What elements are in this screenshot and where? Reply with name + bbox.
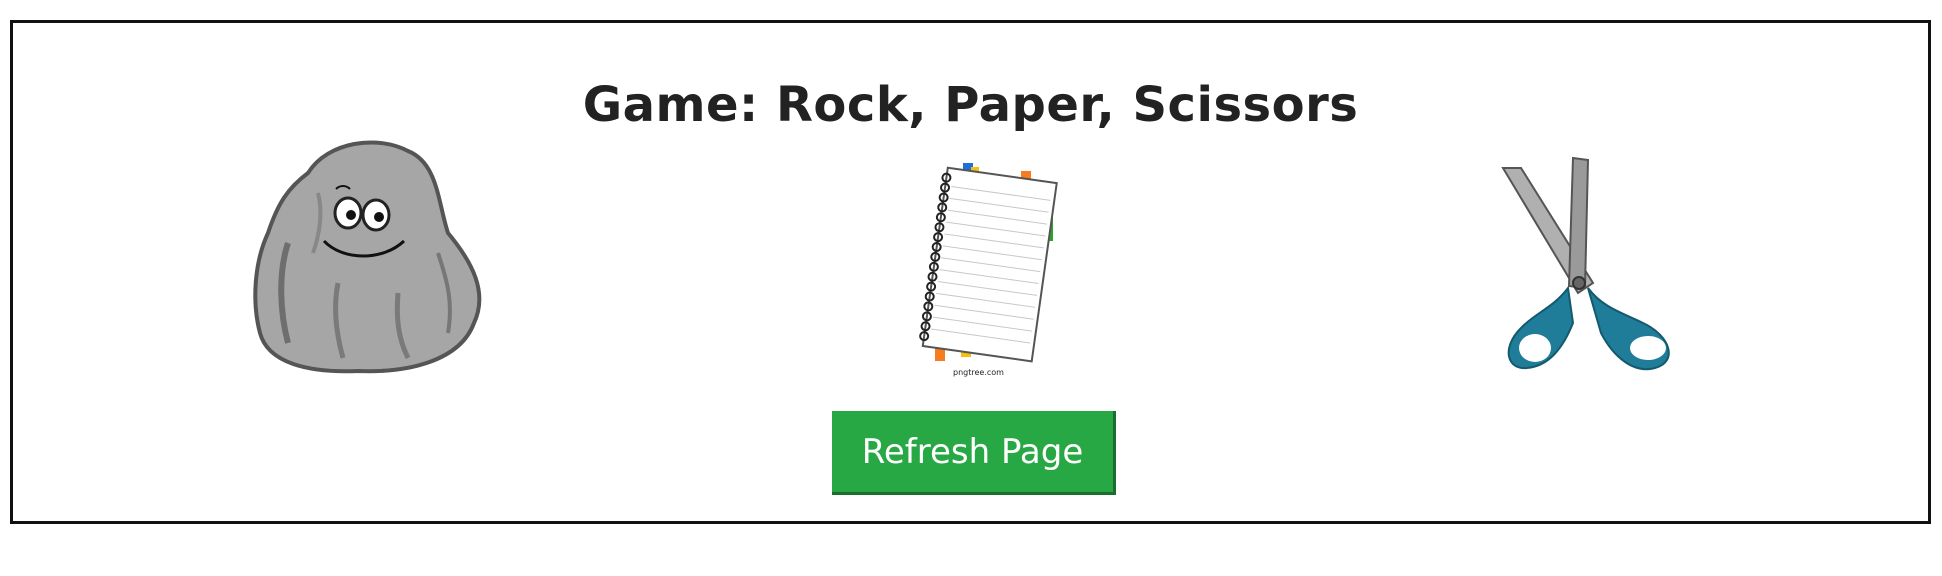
- paper-choice[interactable]: pngtree.com: [893, 143, 1073, 393]
- refresh-page-button[interactable]: Refresh Page: [832, 411, 1116, 495]
- scissors-icon: [1501, 156, 1670, 371]
- page-title: Game: Rock, Paper, Scissors: [582, 77, 1359, 133]
- game-container: Game: Rock, Paper, Scissors pngtree.com …: [10, 20, 1931, 524]
- notebook-paper-icon: pngtree.com: [919, 163, 1058, 377]
- rock-choice[interactable]: [248, 133, 488, 383]
- rock-cartoon-icon: [253, 140, 482, 374]
- paper-watermark: pngtree.com: [953, 368, 1004, 377]
- scissors-choice[interactable]: [1473, 148, 1693, 388]
